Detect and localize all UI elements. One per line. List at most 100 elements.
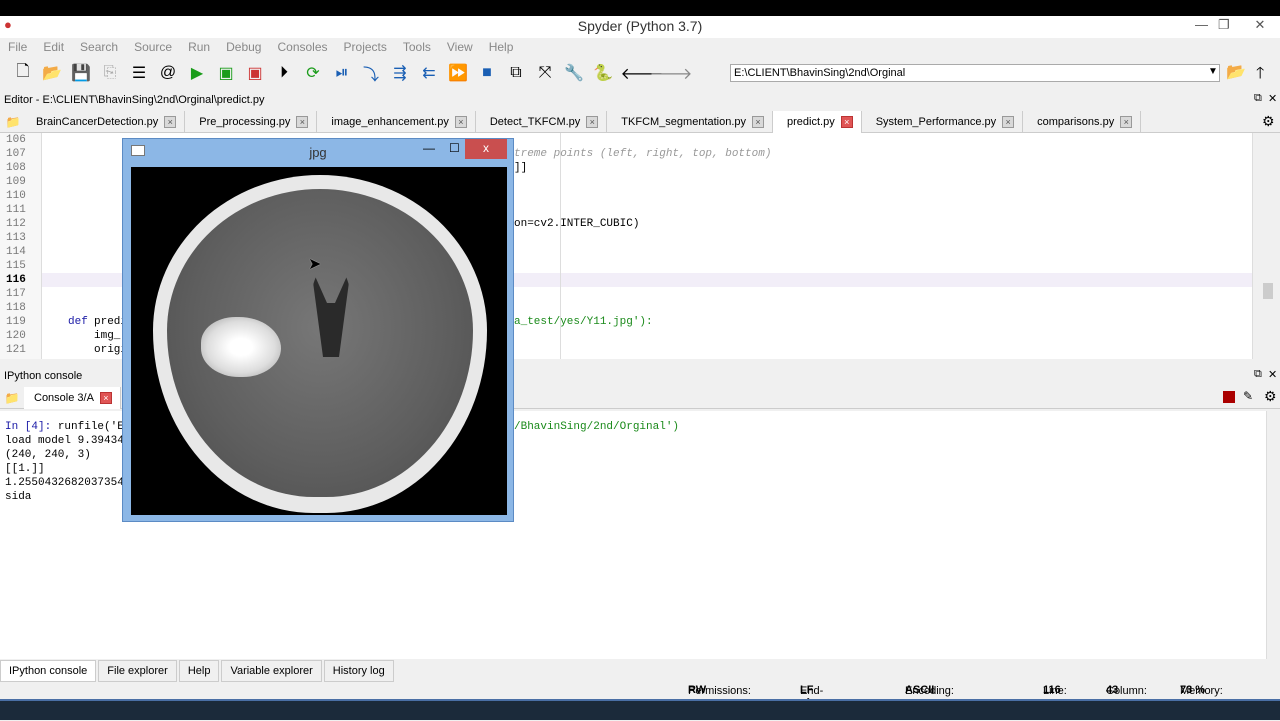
tab-label: BrainCancerDetection.py bbox=[36, 116, 159, 128]
close-tab-icon[interactable]: × bbox=[99, 392, 112, 404]
menu-debug[interactable]: Debug bbox=[218, 38, 269, 56]
line-number: 107 bbox=[6, 148, 26, 160]
tab-detect-tkfcm[interactable]: Detect_TKFCM.py × bbox=[476, 111, 608, 133]
tab-label: comparisons.py bbox=[1037, 116, 1115, 128]
browse-folder-icon[interactable]: 📂 bbox=[1226, 62, 1246, 82]
console-output: (240, 240, 3) bbox=[5, 449, 91, 461]
tab-pre-processing[interactable]: Pre_processing.py × bbox=[185, 111, 318, 133]
status-bar: Permissions: RW End-of-lines: LF Encodin… bbox=[0, 683, 1280, 721]
tab-label: predict.py bbox=[787, 116, 835, 128]
close-tab-icon[interactable]: × bbox=[840, 116, 853, 128]
run-selection-icon[interactable]: ⏵ bbox=[273, 62, 295, 84]
browse-tabs-icon[interactable]: 📁 bbox=[0, 111, 26, 132]
editor-options-icon[interactable]: ⚙ bbox=[1262, 113, 1275, 130]
stop-icon[interactable]: ■ bbox=[476, 62, 498, 84]
run-cell-advance-icon[interactable]: ▣ bbox=[244, 62, 266, 84]
menu-file[interactable]: File bbox=[0, 38, 35, 56]
image-window[interactable]: jpg — ☐ x bbox=[122, 138, 514, 522]
step-icon[interactable]: ⤵ bbox=[360, 62, 382, 84]
editor-tabs: 📁 BrainCancerDetection.py × Pre_processin… bbox=[0, 111, 1280, 133]
close-button[interactable]: x bbox=[465, 139, 507, 159]
tab-system-performance[interactable]: System_Performance.py × bbox=[862, 111, 1024, 133]
menu-view[interactable]: View bbox=[439, 38, 481, 56]
close-tab-icon[interactable]: × bbox=[1120, 116, 1133, 128]
close-tab-icon[interactable]: × bbox=[296, 116, 309, 128]
line-status: Line: 116 bbox=[1043, 684, 1067, 697]
line-number: 121 bbox=[6, 344, 26, 356]
mri-brain-image bbox=[131, 167, 507, 515]
bottom-pane-tabs: IPython console File explorer Help Varia… bbox=[0, 660, 394, 682]
minimize-button[interactable]: — bbox=[423, 141, 435, 155]
tab-predict[interactable]: predict.py × bbox=[773, 111, 862, 133]
close-button[interactable]: ✕ bbox=[1240, 17, 1280, 33]
editor-header: Editor - E:\CLIENT\BhavinSing\2nd\Orgina… bbox=[0, 91, 1280, 109]
save-icon[interactable]: 💾 bbox=[70, 62, 92, 84]
tab-tkfcm-segmentation[interactable]: TKFCM_segmentation.py × bbox=[607, 111, 774, 133]
python-path-icon[interactable]: 🐍 bbox=[592, 62, 614, 84]
menu-tools[interactable]: Tools bbox=[395, 38, 439, 56]
step-return-icon[interactable]: ⇇ bbox=[418, 62, 440, 84]
line-number: 119 bbox=[6, 316, 26, 328]
console-scrollbar[interactable] bbox=[1266, 411, 1280, 659]
new-file-icon[interactable]: 🗋 bbox=[12, 62, 34, 84]
minimize-button[interactable]: — bbox=[1195, 17, 1208, 32]
close-tab-icon[interactable]: × bbox=[1002, 116, 1015, 128]
close-tab-icon[interactable]: × bbox=[454, 116, 467, 128]
menu-search[interactable]: Search bbox=[72, 38, 126, 56]
close-tab-icon[interactable]: × bbox=[752, 116, 765, 128]
menu-help[interactable]: Help bbox=[481, 38, 522, 56]
chevron-down-icon[interactable]: ▼ bbox=[1208, 66, 1218, 77]
step-into-icon[interactable]: ⇶ bbox=[389, 62, 411, 84]
close-tab-icon[interactable]: × bbox=[164, 116, 177, 128]
list-icon[interactable]: ☰ bbox=[128, 62, 150, 84]
parent-directory-icon[interactable]: 🡑 bbox=[1256, 62, 1264, 89]
save-all-icon[interactable]: ⎘ bbox=[99, 62, 121, 84]
line-number: 115 bbox=[6, 260, 26, 272]
at-icon[interactable]: @ bbox=[157, 62, 179, 84]
browse-tabs-icon[interactable]: 📁 bbox=[0, 387, 24, 408]
edit-icon[interactable]: ✎ bbox=[1243, 389, 1253, 403]
undock-icon[interactable]: ⧉ bbox=[1254, 368, 1262, 381]
tab-console-3a[interactable]: Console 3/A × bbox=[24, 387, 121, 409]
forward-icon[interactable]: 🡒 bbox=[650, 62, 693, 84]
close-tab-icon[interactable]: × bbox=[586, 116, 599, 128]
maximize-button[interactable]: ☐ bbox=[449, 141, 460, 155]
line-number: 106 bbox=[6, 134, 26, 146]
close-pane-icon[interactable]: ✕ bbox=[1268, 92, 1277, 105]
tab-image-enhancement[interactable]: image_enhancement.py × bbox=[317, 111, 476, 133]
continue-icon[interactable]: ⏩ bbox=[447, 62, 469, 84]
working-directory-input[interactable]: E:\CLIENT\BhavinSing\2nd\Orginal bbox=[730, 64, 1220, 82]
menu-source[interactable]: Source bbox=[126, 38, 180, 56]
preferences-icon[interactable]: 🔧 bbox=[563, 62, 585, 84]
menu-edit[interactable]: Edit bbox=[35, 38, 72, 56]
code-line: img_ bbox=[94, 330, 121, 342]
window-title: Spyder (Python 3.7) bbox=[577, 18, 703, 34]
tab-file-explorer[interactable]: File explorer bbox=[98, 660, 177, 682]
tab-help[interactable]: Help bbox=[178, 660, 220, 682]
tab-ipython-console[interactable]: IPython console bbox=[0, 660, 97, 682]
line-number: 117 bbox=[6, 288, 26, 300]
scrollbar-thumb[interactable] bbox=[1263, 283, 1273, 299]
debug-icon[interactable]: ⏯ bbox=[331, 62, 353, 84]
editor-scrollbar[interactable] bbox=[1252, 133, 1280, 359]
undock-icon[interactable]: ⧉ bbox=[1254, 92, 1262, 105]
menu-run[interactable]: Run bbox=[180, 38, 218, 56]
menu-consoles[interactable]: Consoles bbox=[269, 38, 335, 56]
fullscreen-icon[interactable]: ⤧ bbox=[534, 62, 556, 84]
maximize-button[interactable]: ❐ bbox=[1218, 17, 1230, 33]
open-file-icon[interactable]: 📂 bbox=[41, 62, 63, 84]
console-command-tail: /BhavinSing/2nd/Orginal') bbox=[514, 421, 680, 433]
maximize-pane-icon[interactable]: ⧉ bbox=[505, 62, 527, 84]
tab-braincancerdetection[interactable]: BrainCancerDetection.py × bbox=[26, 111, 186, 133]
rerun-icon[interactable]: ⟳ bbox=[302, 62, 324, 84]
tab-comparisons[interactable]: comparisons.py × bbox=[1023, 111, 1142, 133]
tab-variable-explorer[interactable]: Variable explorer bbox=[221, 660, 322, 682]
tab-history-log[interactable]: History log bbox=[323, 660, 394, 682]
close-pane-icon[interactable]: ✕ bbox=[1268, 368, 1277, 381]
console-options-icon[interactable]: ⚙ bbox=[1264, 388, 1277, 405]
menu-projects[interactable]: Projects bbox=[336, 38, 395, 56]
line-number-gutter: 106 107 108 109 110 111 112 113 114 115 … bbox=[0, 133, 42, 359]
interrupt-kernel-icon[interactable] bbox=[1223, 391, 1235, 403]
run-cell-icon[interactable]: ▣ bbox=[215, 62, 237, 84]
run-icon[interactable]: ▶ bbox=[186, 62, 208, 84]
